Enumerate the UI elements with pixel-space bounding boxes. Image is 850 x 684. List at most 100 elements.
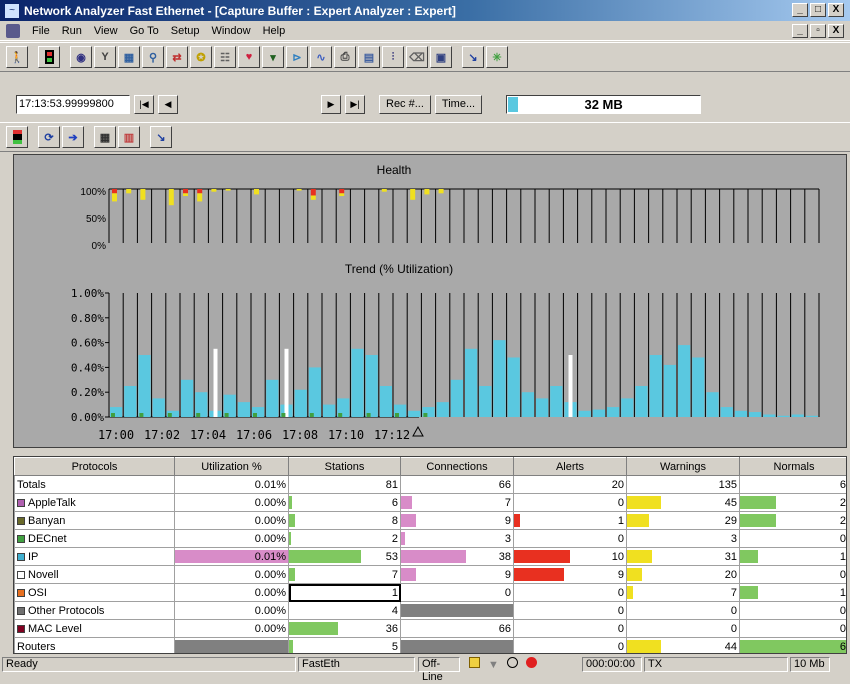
- util-cell[interactable]: 0.00%: [174, 601, 289, 620]
- normals-cell[interactable]: 6: [739, 475, 846, 494]
- util-cell[interactable]: 0.01%: [174, 475, 289, 494]
- util-cell[interactable]: 0.00%: [174, 565, 289, 584]
- mdi-close-button[interactable]: X: [828, 24, 844, 38]
- util-cell[interactable]: 0.00%: [174, 529, 289, 548]
- protocol-icon[interactable]: ⊳: [286, 46, 308, 68]
- stations-cell[interactable]: 36: [288, 619, 401, 638]
- matrix-icon[interactable]: ▣: [430, 46, 452, 68]
- maximize-button[interactable]: □: [810, 3, 826, 17]
- col-protocols[interactable]: Protocols: [14, 457, 175, 476]
- protocol-name-cell[interactable]: AppleTalk: [14, 493, 175, 512]
- warnings-cell[interactable]: 0: [626, 601, 740, 620]
- menu-view[interactable]: View: [88, 25, 124, 37]
- table-row[interactable]: Other Protocols 0.00% 4 0 0 0: [14, 601, 846, 620]
- alerts-cell[interactable]: 0: [513, 583, 627, 602]
- util-cell[interactable]: 0.00%: [174, 583, 289, 602]
- warnings-cell[interactable]: 45: [626, 493, 740, 512]
- col-stations[interactable]: Stations: [288, 457, 401, 476]
- warnings-cell[interactable]: 20: [626, 565, 740, 584]
- warnings-cell[interactable]: 31: [626, 547, 740, 566]
- col-warnings[interactable]: Warnings: [626, 457, 740, 476]
- table-icon[interactable]: ▤: [358, 46, 380, 68]
- expert-icon[interactable]: ✪: [190, 46, 212, 68]
- menu-help[interactable]: Help: [257, 25, 292, 37]
- table-row[interactable]: Novell 0.00% 7 9 9 20 0: [14, 565, 846, 584]
- warnings-cell[interactable]: 135: [626, 475, 740, 494]
- normals-cell[interactable]: 0: [739, 529, 846, 548]
- connections-cell[interactable]: 0: [400, 583, 514, 602]
- rec-number-button[interactable]: Rec #...: [379, 94, 431, 114]
- alerts-cell[interactable]: 0: [513, 493, 627, 512]
- alerts-cell[interactable]: 0: [513, 601, 627, 620]
- decode-icon[interactable]: ⫶: [382, 46, 404, 68]
- connections-cell[interactable]: [400, 601, 514, 620]
- mdi-minimize-button[interactable]: _: [792, 24, 808, 38]
- alerts-cell[interactable]: 20: [513, 475, 627, 494]
- normals-cell[interactable]: 1: [739, 583, 846, 602]
- table-row[interactable]: Banyan 0.00% 8 9 1 29 2: [14, 511, 846, 530]
- util-cell[interactable]: 0.00%: [174, 619, 289, 638]
- stations-cell[interactable]: 53: [288, 547, 401, 566]
- protocol-name-cell[interactable]: Totals: [14, 475, 175, 494]
- warnings-cell[interactable]: 3: [626, 529, 740, 548]
- normals-cell[interactable]: 6: [739, 637, 846, 653]
- util-cell[interactable]: [174, 637, 289, 653]
- util-cell[interactable]: 0.00%: [174, 493, 289, 512]
- warnings-cell[interactable]: 0: [626, 619, 740, 638]
- alerts-cell[interactable]: 9: [513, 565, 627, 584]
- connections-cell[interactable]: 9: [400, 511, 514, 530]
- stations-cell[interactable]: 81: [288, 475, 401, 494]
- connections-cell[interactable]: 7: [400, 493, 514, 512]
- normals-cell[interactable]: 0: [739, 619, 846, 638]
- prev-record-button[interactable]: ◀: [158, 94, 178, 114]
- minimize-button[interactable]: _: [792, 3, 808, 17]
- stations-cell[interactable]: 8: [288, 511, 401, 530]
- filter-icon[interactable]: Y: [94, 46, 116, 68]
- print-icon[interactable]: ⎙: [334, 46, 356, 68]
- station-icon[interactable]: ⚲: [142, 46, 164, 68]
- pointer-icon[interactable]: ↘: [462, 46, 484, 68]
- document-icon[interactable]: [6, 23, 20, 38]
- normals-cell[interactable]: 2: [739, 493, 846, 512]
- warnings-cell[interactable]: 7: [626, 583, 740, 602]
- table-row[interactable]: MAC Level 0.00% 36 66 0 0 0: [14, 619, 846, 638]
- table-row[interactable]: DECnet 0.00% 2 3 0 3 0: [14, 529, 846, 548]
- stations-cell[interactable]: 6: [288, 493, 401, 512]
- alerts-cell[interactable]: 0: [513, 637, 627, 653]
- col-connections[interactable]: Connections: [400, 457, 514, 476]
- graph-icon[interactable]: ∿: [310, 46, 332, 68]
- dropdown-filter-icon[interactable]: ▾: [262, 46, 284, 68]
- menu-goto[interactable]: Go To: [124, 25, 165, 37]
- grid-view-icon[interactable]: ▦: [94, 126, 116, 148]
- table-row[interactable]: Totals 0.01% 81 66 20 135 6: [14, 475, 846, 494]
- time-field[interactable]: 17:13:53.99999800: [16, 94, 130, 114]
- refresh-icon[interactable]: ⟳: [38, 126, 60, 148]
- col-normals[interactable]: Normals: [739, 457, 846, 476]
- connections-cell[interactable]: 9: [400, 565, 514, 584]
- table-row[interactable]: IP 0.01% 53 38 10 31 1: [14, 547, 846, 566]
- alerts-cell[interactable]: 10: [513, 547, 627, 566]
- warnings-cell[interactable]: 29: [626, 511, 740, 530]
- arrow-right-icon[interactable]: ➔: [62, 126, 84, 148]
- network-icon[interactable]: ▦: [118, 46, 140, 68]
- util-cell[interactable]: 0.01%: [174, 547, 289, 566]
- connections-cell[interactable]: 38: [400, 547, 514, 566]
- time-button[interactable]: Time...: [434, 94, 483, 114]
- col-utilization[interactable]: Utilization %: [174, 457, 289, 476]
- connections-cell[interactable]: 66: [400, 475, 514, 494]
- warnings-cell[interactable]: 44: [626, 637, 740, 653]
- chart-view-icon[interactable]: ▥: [118, 126, 140, 148]
- stop-icon[interactable]: [6, 126, 28, 148]
- connections-cell[interactable]: 66: [400, 619, 514, 638]
- normals-cell[interactable]: 0: [739, 565, 846, 584]
- menu-setup[interactable]: Setup: [165, 25, 206, 37]
- normals-cell[interactable]: 1: [739, 547, 846, 566]
- protocol-name-cell[interactable]: Other Protocols: [14, 601, 175, 620]
- menu-file[interactable]: File: [26, 25, 56, 37]
- pointer-icon[interactable]: ↘: [150, 126, 172, 148]
- menu-run[interactable]: Run: [56, 25, 88, 37]
- protocol-name-cell[interactable]: DECnet: [14, 529, 175, 548]
- connections-cell[interactable]: 3: [400, 529, 514, 548]
- col-alerts[interactable]: Alerts: [513, 457, 627, 476]
- capture-icon[interactable]: ◉: [70, 46, 92, 68]
